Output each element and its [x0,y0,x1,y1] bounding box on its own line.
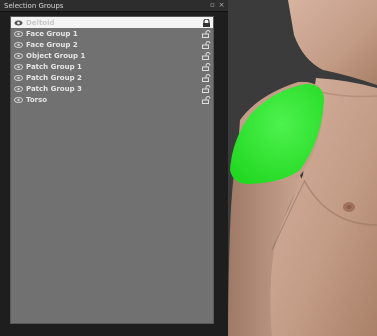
list-item-face-group-2[interactable]: Face Group 2 [11,39,213,50]
eye-icon[interactable] [11,85,25,92]
nipple-center [346,205,352,209]
group-label: Patch Group 2 [26,73,82,82]
group-label: Torso [26,95,48,104]
list-item-object-group-1[interactable]: Object Group 1 [11,50,213,61]
eye-icon[interactable] [11,96,25,103]
eye-icon[interactable] [11,63,25,70]
model-render [228,0,377,336]
close-icon[interactable]: × [218,2,225,9]
list-item-patch-group-3[interactable]: Patch Group 3 [11,83,213,94]
group-label: Face Group 1 [26,29,78,38]
group-label: Face Group 2 [26,40,78,49]
panel-title: Selection Groups [4,1,64,10]
panel-titlebar[interactable]: Selection Groups ▫ × [0,0,228,12]
eye-icon[interactable] [11,52,25,59]
group-label: Patch Group 1 [26,62,82,71]
unlock-icon[interactable] [199,95,213,104]
unlock-icon[interactable] [199,62,213,71]
unlock-icon[interactable] [199,51,213,60]
unlock-icon[interactable] [199,40,213,49]
list-item-torso[interactable]: Torso [11,94,213,105]
list-item-patch-group-1[interactable]: Patch Group 1 [11,61,213,72]
unlock-icon[interactable] [199,29,213,38]
list-item-face-group-1[interactable]: Face Group 1 [11,28,213,39]
restore-icon[interactable]: ▫ [209,2,216,9]
eye-icon[interactable] [11,30,25,37]
selection-groups-panel: Selection Groups ▫ × Deltoid Face Group … [0,0,228,336]
3d-viewport[interactable] [228,0,377,336]
list-item-deltoid[interactable]: Deltoid [11,17,213,28]
eye-icon[interactable] [11,41,25,48]
group-label: Object Group 1 [26,51,86,60]
eye-icon[interactable] [11,74,25,81]
group-label: Deltoid [26,18,55,27]
group-label: Patch Group 3 [26,84,82,93]
list-item-patch-group-2[interactable]: Patch Group 2 [11,72,213,83]
unlock-icon[interactable] [199,73,213,82]
eye-icon[interactable] [11,20,25,26]
unlock-icon[interactable] [199,84,213,93]
lock-icon[interactable] [199,18,213,27]
group-list: Deltoid Face Group 1 Face Group 2 Object… [10,16,214,324]
